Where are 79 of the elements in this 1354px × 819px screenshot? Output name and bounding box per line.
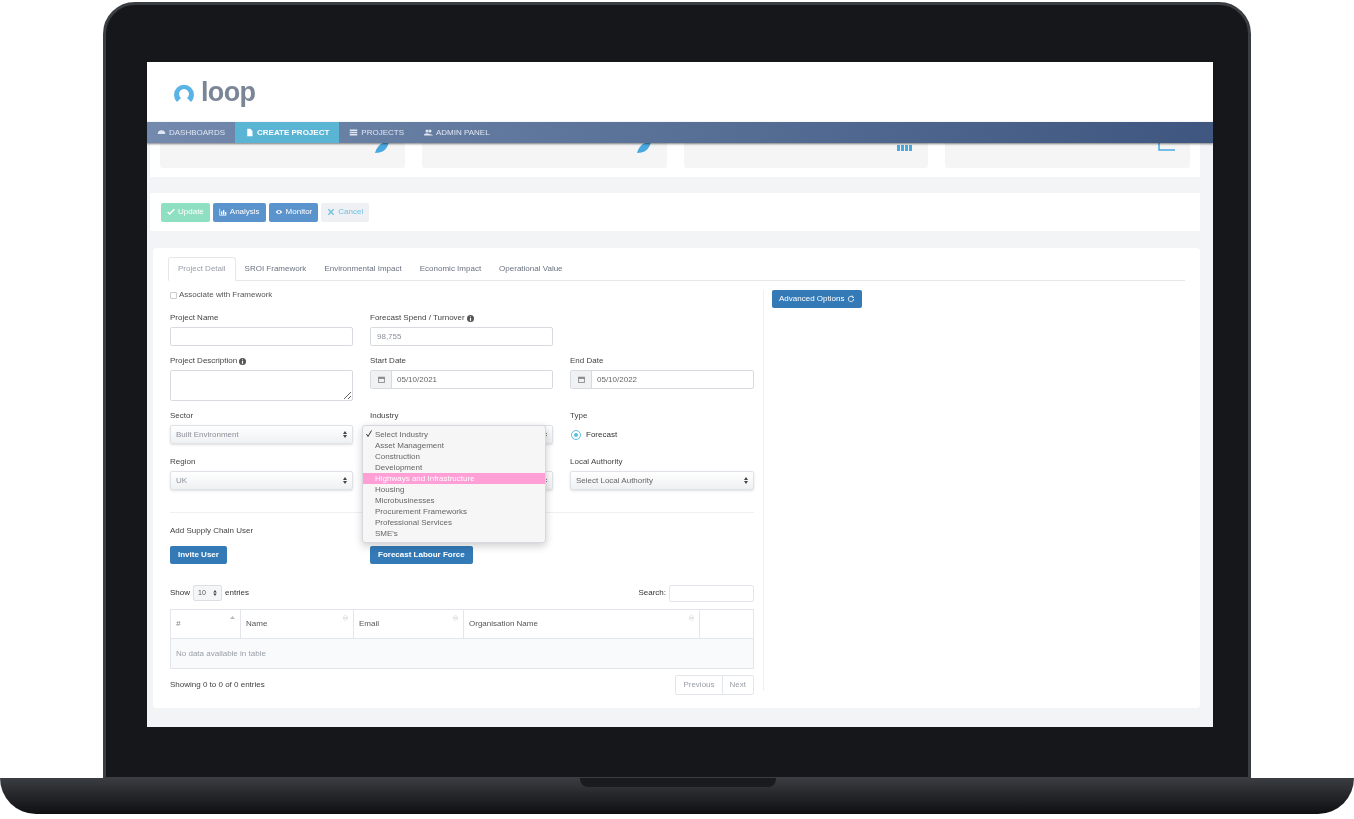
gauge-icon xyxy=(157,128,166,137)
dropdown-option[interactable]: Procurement Frameworks xyxy=(363,506,545,517)
leaf-icon xyxy=(372,143,391,153)
pagination-button[interactable]: Next xyxy=(721,675,754,695)
input-field[interactable]: 98,755 xyxy=(370,327,553,346)
input-field[interactable] xyxy=(170,327,353,346)
dropdown-option[interactable]: Development xyxy=(363,462,545,473)
search-field[interactable] xyxy=(669,584,754,602)
bar-chart-icon xyxy=(218,208,227,216)
field-label: Add Supply Chain User xyxy=(170,525,254,537)
field-label: Type xyxy=(570,410,588,422)
field-label: Start Date xyxy=(370,355,406,367)
search-label: Search: xyxy=(638,587,666,599)
tab[interactable]: Project Detail xyxy=(168,257,236,281)
info-icon xyxy=(466,314,474,322)
nav-tab[interactable]: DASHBOARDS xyxy=(147,122,235,143)
field-label: Forecast Spend / Turnover xyxy=(370,312,465,324)
leaf-icon xyxy=(634,143,653,153)
entries-label: entries xyxy=(225,587,250,599)
close-icon xyxy=(327,208,336,216)
pagination-button[interactable]: Previous xyxy=(675,675,723,695)
tab[interactable]: SROI Framework xyxy=(235,257,316,281)
check-icon xyxy=(167,208,175,216)
list-icon xyxy=(349,128,359,137)
field-label: Project Name xyxy=(170,312,219,324)
eye-icon xyxy=(274,208,283,216)
field-label: Sector xyxy=(170,410,194,422)
radio-label: Forecast xyxy=(586,428,618,441)
line-chart-icon xyxy=(1158,143,1176,153)
column-header[interactable]: # xyxy=(171,610,241,638)
action-button[interactable]: Monitor xyxy=(268,202,319,222)
checkbox[interactable] xyxy=(170,291,177,299)
column-header[interactable]: Email xyxy=(354,610,464,638)
field-label: End Date xyxy=(570,355,604,367)
field-label: Region xyxy=(170,456,196,468)
dropdown-option[interactable]: Construction xyxy=(363,451,545,462)
dropdown-option[interactable]: Select Industry xyxy=(363,429,545,440)
calendar-icon xyxy=(377,376,385,383)
table-info: Showing 0 to 0 of 0 entries xyxy=(170,679,265,691)
dropdown-option[interactable]: Housing xyxy=(363,484,545,495)
advanced-options-button[interactable]: Advanced Options xyxy=(772,290,863,308)
checkbox-label: Associate with Framework xyxy=(179,289,273,301)
forecast-labour-force-button[interactable]: Forecast Labour Force xyxy=(370,546,473,564)
field-label: Industry xyxy=(370,410,399,422)
dropdown-option[interactable]: Microbusinesses xyxy=(363,495,545,506)
refresh-icon xyxy=(847,295,856,303)
dropdown-option[interactable]: Asset Management xyxy=(363,440,545,451)
select-field[interactable]: Built Environment xyxy=(170,425,353,444)
calendar-icon xyxy=(577,376,585,383)
tab[interactable]: Environmental Impact xyxy=(315,257,411,281)
logo-text: loop xyxy=(201,78,256,106)
nav-tab[interactable]: PROJECTS xyxy=(339,122,414,143)
tab[interactable]: Economic Impact xyxy=(410,257,491,281)
dropdown-option[interactable]: Professional Services xyxy=(363,517,545,528)
sort-icon xyxy=(343,615,348,621)
field-label: Project Description xyxy=(170,355,238,367)
invite-user-button[interactable]: Invite User xyxy=(170,546,227,564)
date-field[interactable]: 05/10/2021 xyxy=(370,370,553,389)
bar-chart-icon xyxy=(896,143,915,153)
sort-icon xyxy=(453,615,458,621)
select-field[interactable]: UK xyxy=(170,471,353,490)
empty-table-message: No data available in table xyxy=(176,647,266,660)
document-icon xyxy=(245,128,254,137)
sort-icon xyxy=(689,615,694,621)
field-label: Local Authority xyxy=(570,456,623,468)
select-field[interactable]: Select Local Authority xyxy=(570,471,754,490)
column-header[interactable]: Organisation Name xyxy=(464,610,700,638)
show-label: Show xyxy=(170,587,190,599)
info-icon xyxy=(239,357,247,365)
dropdown-option[interactable]: SME's xyxy=(363,528,545,539)
nav-tab[interactable]: ADMIN PANEL xyxy=(414,122,500,143)
date-field[interactable]: 05/10/2022 xyxy=(570,370,754,389)
column-header[interactable]: Name xyxy=(241,610,354,638)
text-area[interactable] xyxy=(170,370,353,401)
tab[interactable]: Operational Value xyxy=(490,257,572,281)
check-icon xyxy=(366,430,372,437)
action-button[interactable]: Analysis xyxy=(212,202,266,222)
sort-icon xyxy=(230,615,235,621)
users-icon xyxy=(424,128,433,137)
